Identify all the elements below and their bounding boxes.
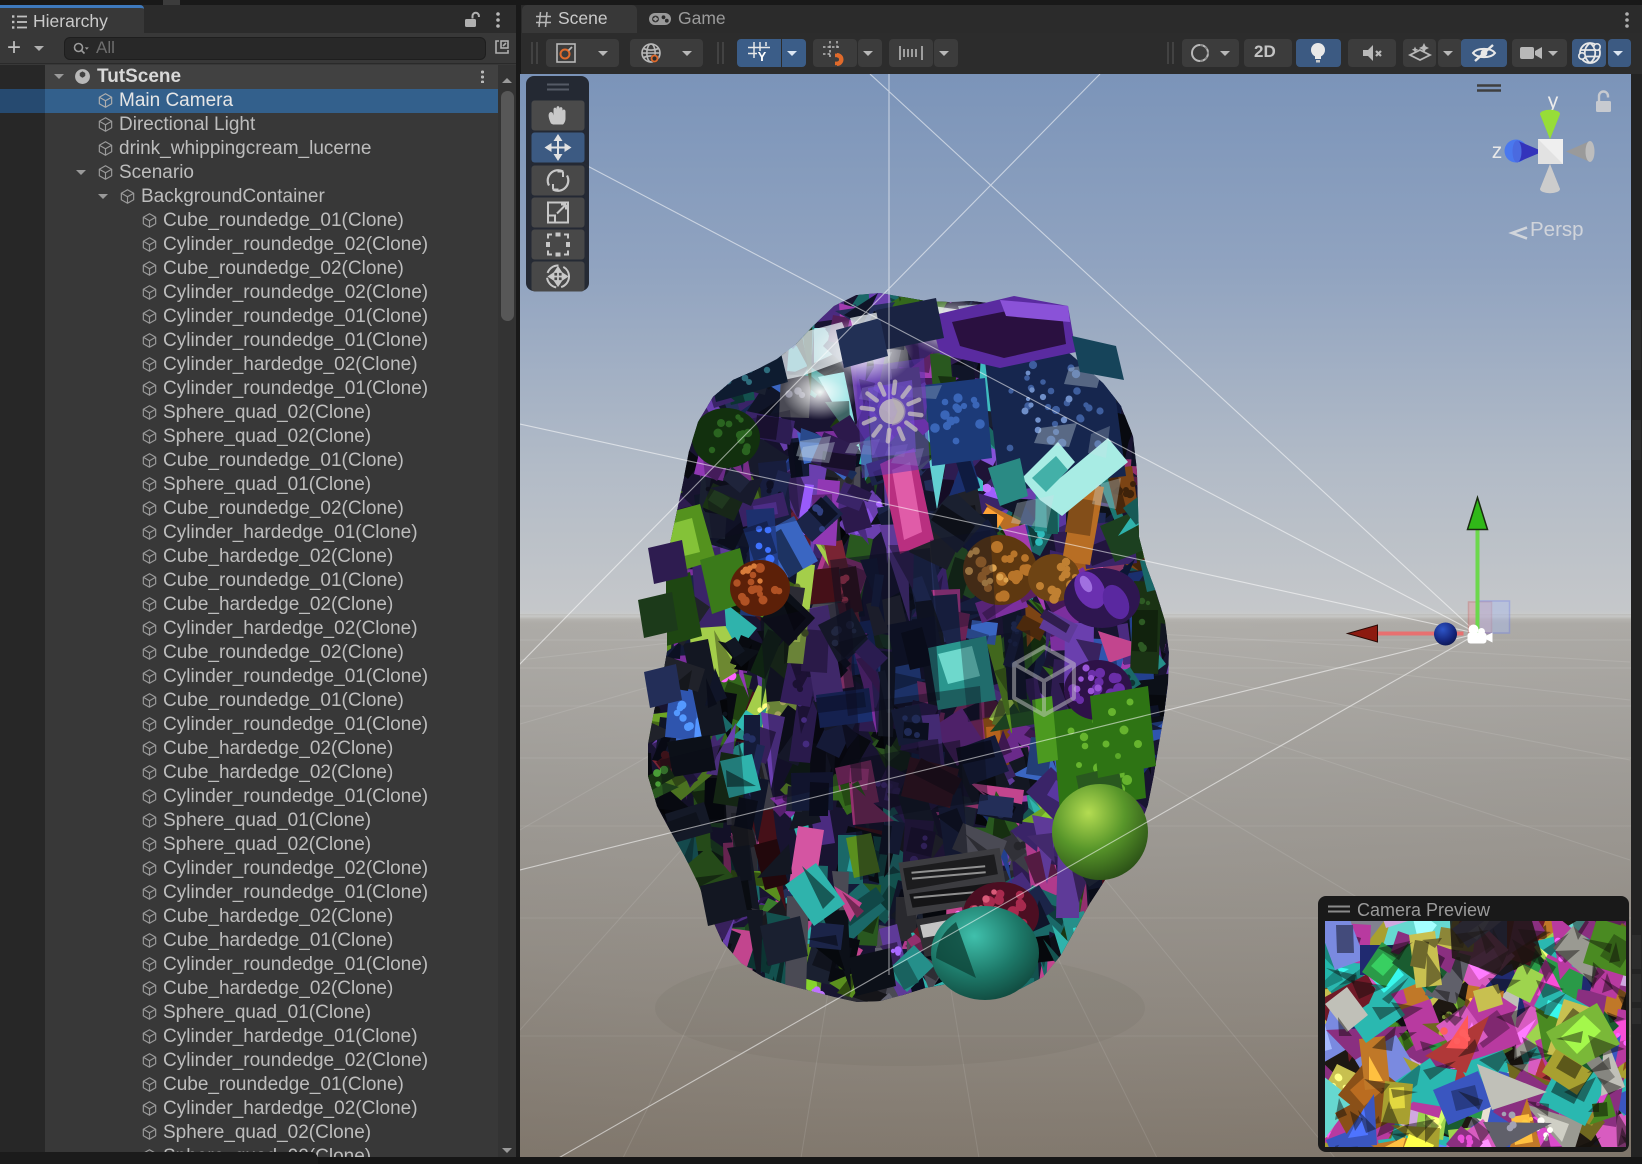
svg-text:y: y xyxy=(1548,90,1559,113)
svg-text:Persp: Persp xyxy=(1530,218,1584,241)
svg-text:Y: Y xyxy=(758,49,767,64)
svg-text:z: z xyxy=(1492,140,1503,163)
svg-text:Camera Preview: Camera Preview xyxy=(1357,900,1491,920)
